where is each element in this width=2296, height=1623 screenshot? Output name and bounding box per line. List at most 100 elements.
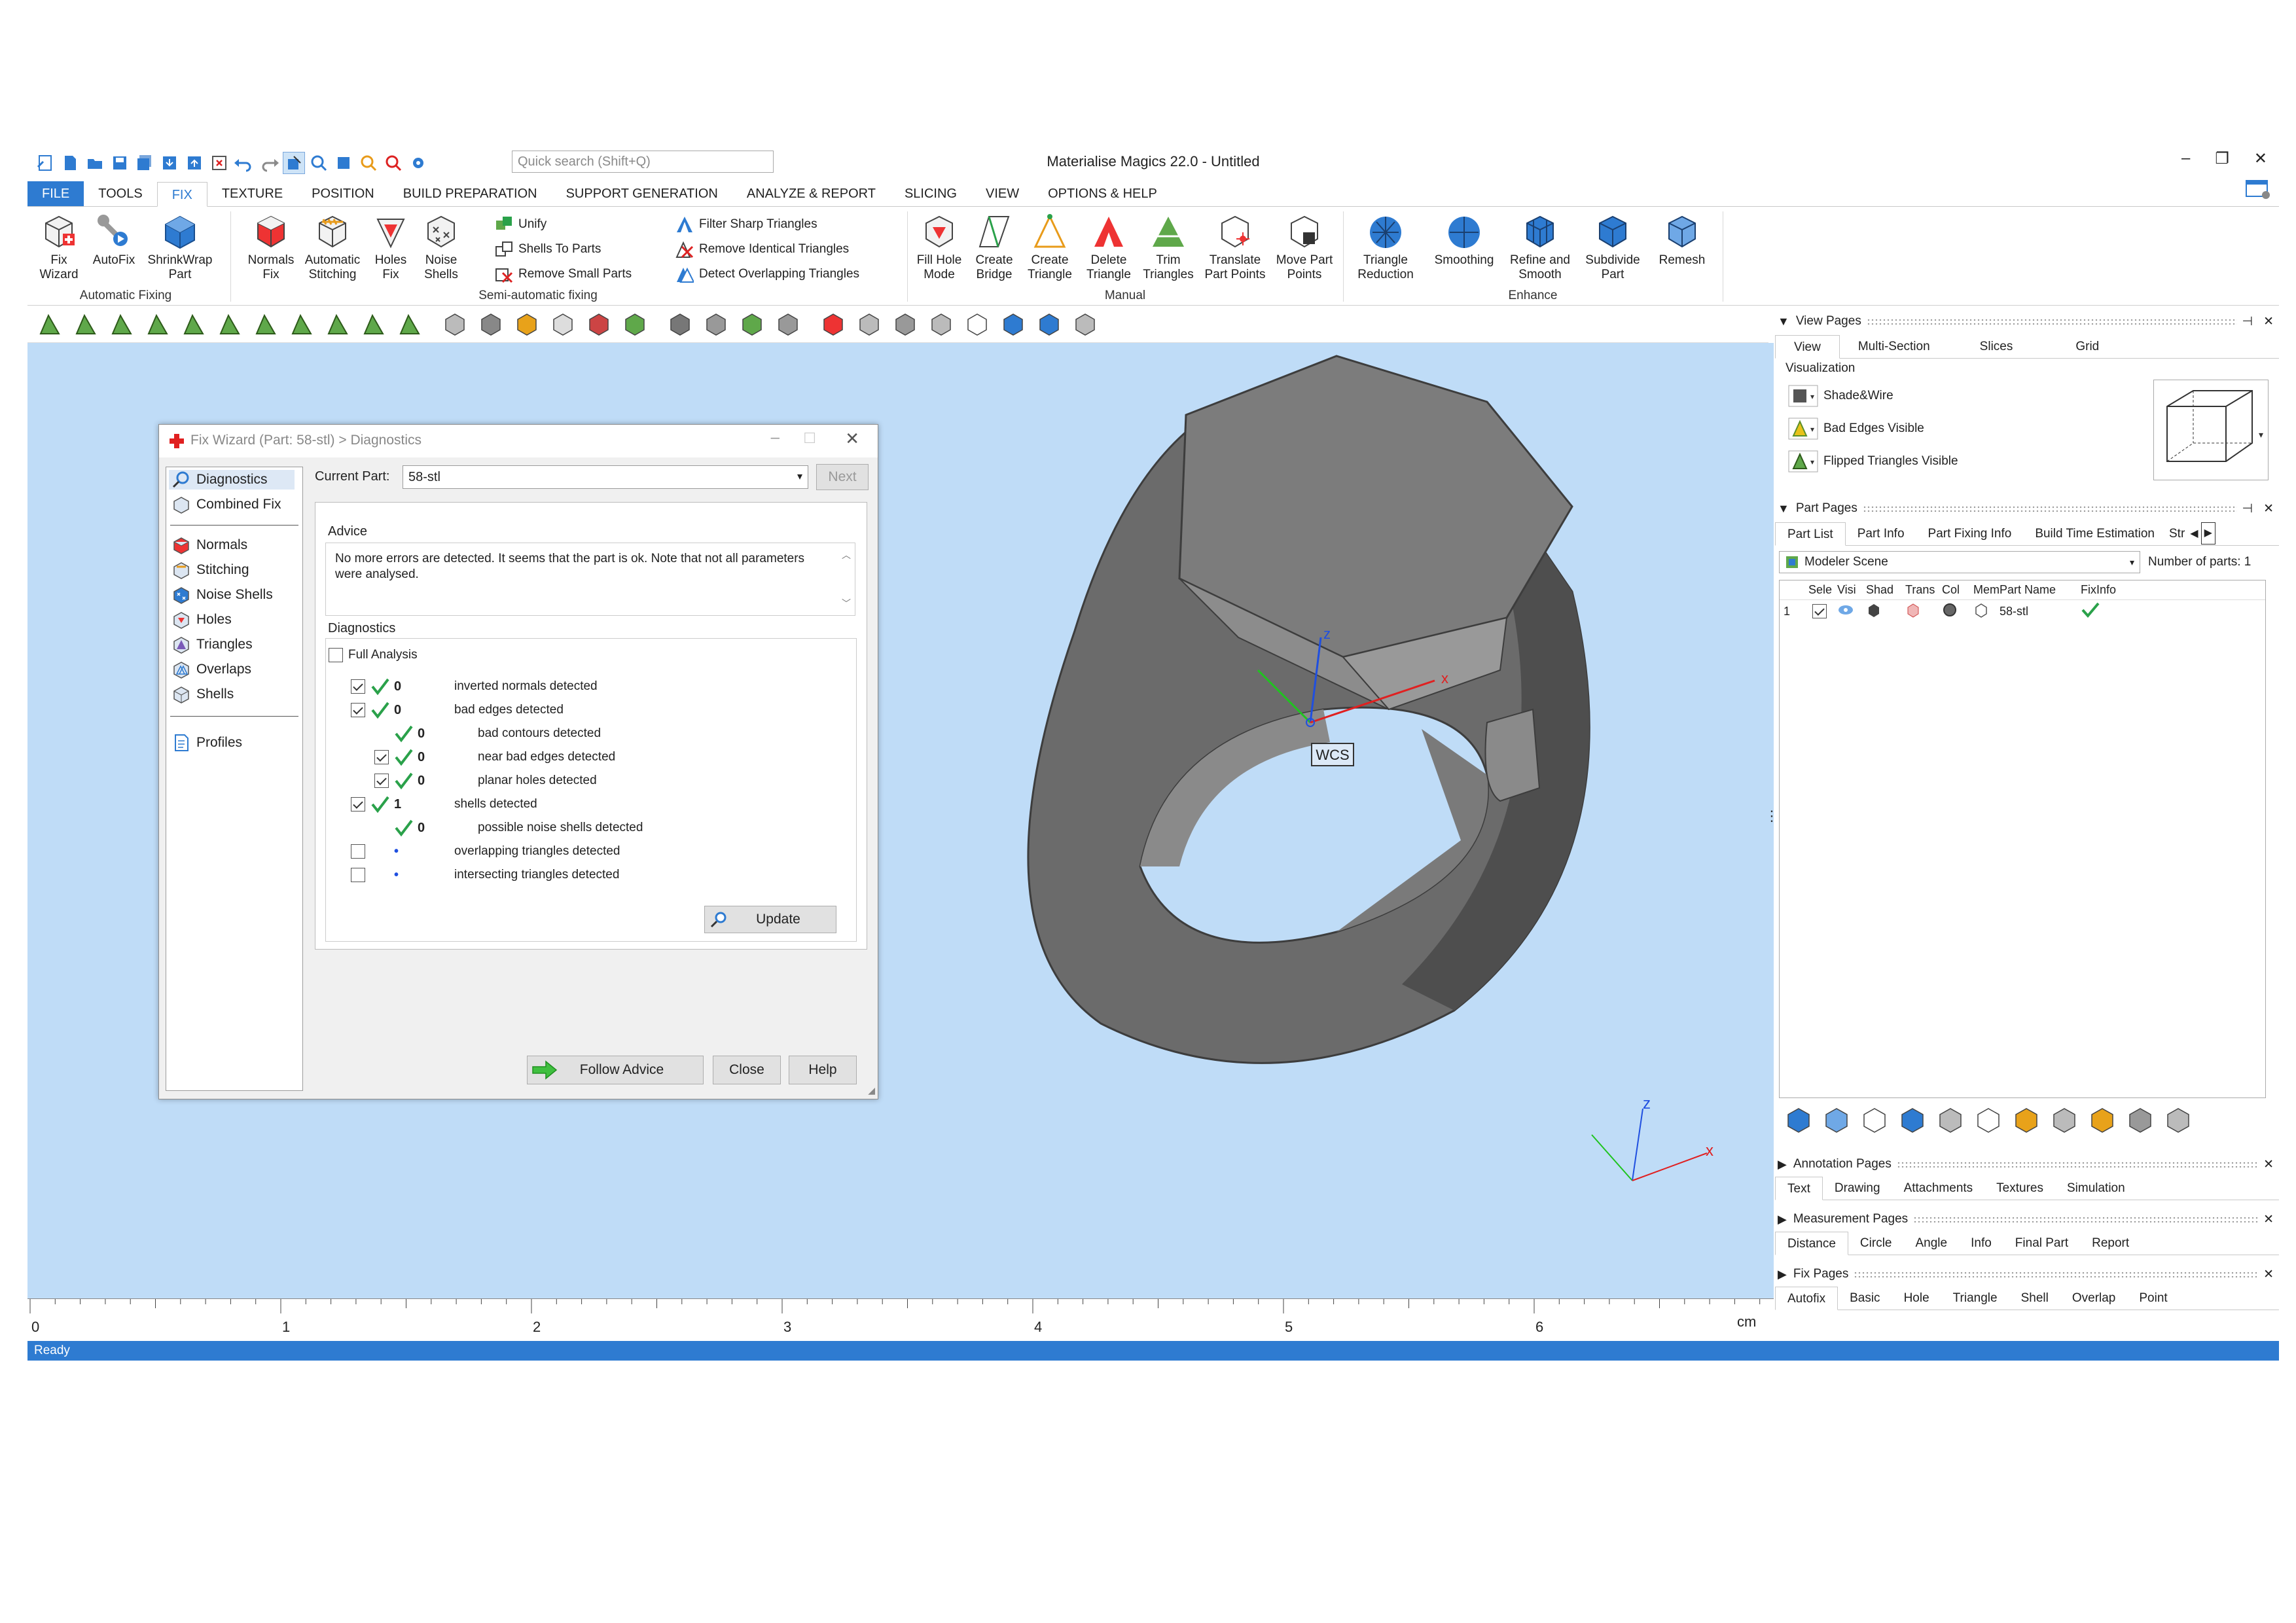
- tab-attachments[interactable]: Attachments: [1892, 1177, 1985, 1200]
- tab-simulation[interactable]: Simulation: [2055, 1177, 2137, 1200]
- diagnostic-checkbox[interactable]: [374, 750, 389, 764]
- col-select[interactable]: Sele: [1808, 583, 1837, 597]
- tri-gray-icon[interactable]: [853, 309, 885, 340]
- tri-outline-icon[interactable]: [961, 309, 993, 340]
- tri-plane-icon[interactable]: [925, 309, 957, 340]
- normals-fix-button[interactable]: Normals Fix: [243, 213, 298, 282]
- tab-circle[interactable]: Circle: [1848, 1232, 1904, 1255]
- nav-combined-fix[interactable]: Combined Fix: [171, 495, 281, 514]
- unify-button[interactable]: Unify: [495, 215, 547, 234]
- create-triangle-button[interactable]: Create Triangle: [1022, 213, 1077, 282]
- update-button[interactable]: Update: [704, 906, 836, 933]
- scroll-up-icon[interactable]: ︿: [842, 548, 851, 562]
- mark-icon[interactable]: [2088, 1105, 2117, 1137]
- view-cube[interactable]: ▾: [2153, 380, 2269, 480]
- select-noise-icon[interactable]: [322, 309, 353, 340]
- fill-hole-mode-button[interactable]: Fill Hole Mode: [912, 213, 966, 282]
- close-icon[interactable]: ✕: [2263, 314, 2274, 329]
- export-icon[interactable]: [183, 152, 206, 174]
- tab-point[interactable]: Point: [2127, 1287, 2179, 1310]
- tab-distance[interactable]: Distance: [1775, 1232, 1848, 1255]
- save-icon[interactable]: [109, 152, 131, 174]
- tab-fix[interactable]: FIX: [156, 182, 207, 207]
- tri-mark-icon[interactable]: [1033, 309, 1065, 340]
- shade-wire-option[interactable]: ▾ Shade&Wire: [1788, 385, 1893, 407]
- select-plane-icon[interactable]: [70, 309, 101, 340]
- view-icon[interactable]: [332, 152, 355, 174]
- transparency-icon[interactable]: [1905, 602, 1942, 621]
- settings-icon[interactable]: [407, 152, 429, 174]
- part-color-icon[interactable]: [511, 309, 543, 340]
- tab-shell[interactable]: Shell: [2009, 1287, 2060, 1310]
- ungroup-icon[interactable]: [1936, 1105, 1965, 1137]
- tab-analyze-report[interactable]: ANALYZE & REPORT: [732, 181, 890, 206]
- resize-grip-icon[interactable]: ◢: [868, 1085, 875, 1096]
- ribbon-display-options-icon[interactable]: [2245, 178, 2271, 204]
- part-name[interactable]: 58-stl: [2000, 605, 2081, 618]
- tab-basic[interactable]: Basic: [1838, 1287, 1892, 1310]
- fix-pages-header[interactable]: ▶ Fix Pages ✕: [1775, 1263, 2279, 1285]
- col-color[interactable]: Col: [1942, 583, 1973, 597]
- zoom-select-icon[interactable]: [308, 152, 330, 174]
- tab-hole[interactable]: Hole: [1892, 1287, 1941, 1310]
- select-box-icon[interactable]: [178, 309, 209, 340]
- autofix-button[interactable]: AutoFix: [88, 213, 140, 268]
- tri-normal-icon[interactable]: [664, 309, 696, 340]
- save-all-icon[interactable]: [134, 152, 156, 174]
- select-curve-icon[interactable]: [250, 309, 281, 340]
- subdivide-part-button[interactable]: Subdivide Part: [1579, 213, 1647, 282]
- part-wire-icon[interactable]: [439, 309, 471, 340]
- duplicate-icon[interactable]: [2126, 1105, 2155, 1137]
- tri-blue-icon[interactable]: [997, 309, 1029, 340]
- tab-part-list[interactable]: Part List: [1775, 522, 1846, 546]
- part-pages-header[interactable]: ▼ Part Pages ⊣ ✕: [1775, 497, 2279, 520]
- select-all-icon[interactable]: [1860, 1105, 1889, 1137]
- nav-holes[interactable]: Holes: [171, 610, 232, 630]
- new-file-icon[interactable]: [59, 152, 81, 174]
- restore-button[interactable]: ❐: [2215, 149, 2229, 168]
- close-icon[interactable]: ✕: [2263, 1267, 2274, 1282]
- col-part-name[interactable]: Part Name: [2000, 583, 2081, 597]
- follow-advice-button[interactable]: Follow Advice: [527, 1056, 704, 1084]
- select-connected-icon[interactable]: [214, 309, 245, 340]
- select-shell-icon[interactable]: [142, 309, 173, 340]
- tab-final-part[interactable]: Final Part: [2003, 1232, 2080, 1255]
- tab-info[interactable]: Info: [1959, 1232, 2003, 1255]
- tri-grid-icon[interactable]: [1069, 309, 1101, 340]
- pin-icon[interactable]: ⊣: [2242, 501, 2253, 516]
- tab-grid[interactable]: Grid: [2044, 335, 2130, 359]
- close-icon[interactable]: ✕: [2263, 1157, 2274, 1172]
- remove-part-icon[interactable]: [1974, 1105, 2003, 1137]
- tabs-scroll-right-icon[interactable]: ▶: [2200, 522, 2215, 544]
- memory-icon[interactable]: [1973, 602, 2000, 621]
- full-analysis-checkbox[interactable]: [329, 648, 343, 662]
- col-memory[interactable]: Mem: [1973, 583, 2000, 597]
- annotation-pages-header[interactable]: ▶ Annotation Pages ✕: [1775, 1153, 2279, 1175]
- select-part-icon[interactable]: [283, 152, 305, 174]
- tab-build-preparation[interactable]: BUILD PREPARATION: [389, 181, 552, 206]
- redo-icon[interactable]: [258, 152, 280, 174]
- zoom-out-icon[interactable]: [382, 152, 404, 174]
- nav-stitching[interactable]: Stitching: [171, 560, 249, 580]
- close-window-button[interactable]: ✕: [2254, 149, 2267, 168]
- tab-drawing[interactable]: Drawing: [1823, 1177, 1892, 1200]
- reposition-icon[interactable]: [2012, 1105, 2041, 1137]
- nav-triangles[interactable]: Triangles: [171, 635, 253, 654]
- import-icon[interactable]: [158, 152, 181, 174]
- tab-autofix[interactable]: Autofix: [1775, 1287, 1839, 1310]
- automatic-stitching-button[interactable]: Automatic Stitching: [300, 213, 365, 282]
- tab-angle[interactable]: Angle: [1903, 1232, 1959, 1255]
- tab-slices[interactable]: Slices: [1948, 335, 2045, 359]
- select-surface-icon[interactable]: [106, 309, 137, 340]
- nav-overlaps[interactable]: Overlaps: [171, 660, 251, 679]
- pin-icon[interactable]: ⊣: [2242, 314, 2253, 329]
- fix-wizard-button[interactable]: Fix Wizard: [33, 213, 85, 282]
- part-transparent-icon[interactable]: [547, 309, 579, 340]
- noise-shells-button[interactable]: Noise Shells: [416, 213, 466, 282]
- part-shaded-icon[interactable]: [475, 309, 507, 340]
- part-highlight-icon[interactable]: [583, 309, 615, 340]
- help-button[interactable]: Help: [789, 1056, 857, 1084]
- close-scene-icon[interactable]: [208, 152, 230, 174]
- delete-triangle-button[interactable]: Delete Triangle: [1081, 213, 1136, 282]
- tab-multi-section[interactable]: Multi-Section: [1840, 335, 1948, 359]
